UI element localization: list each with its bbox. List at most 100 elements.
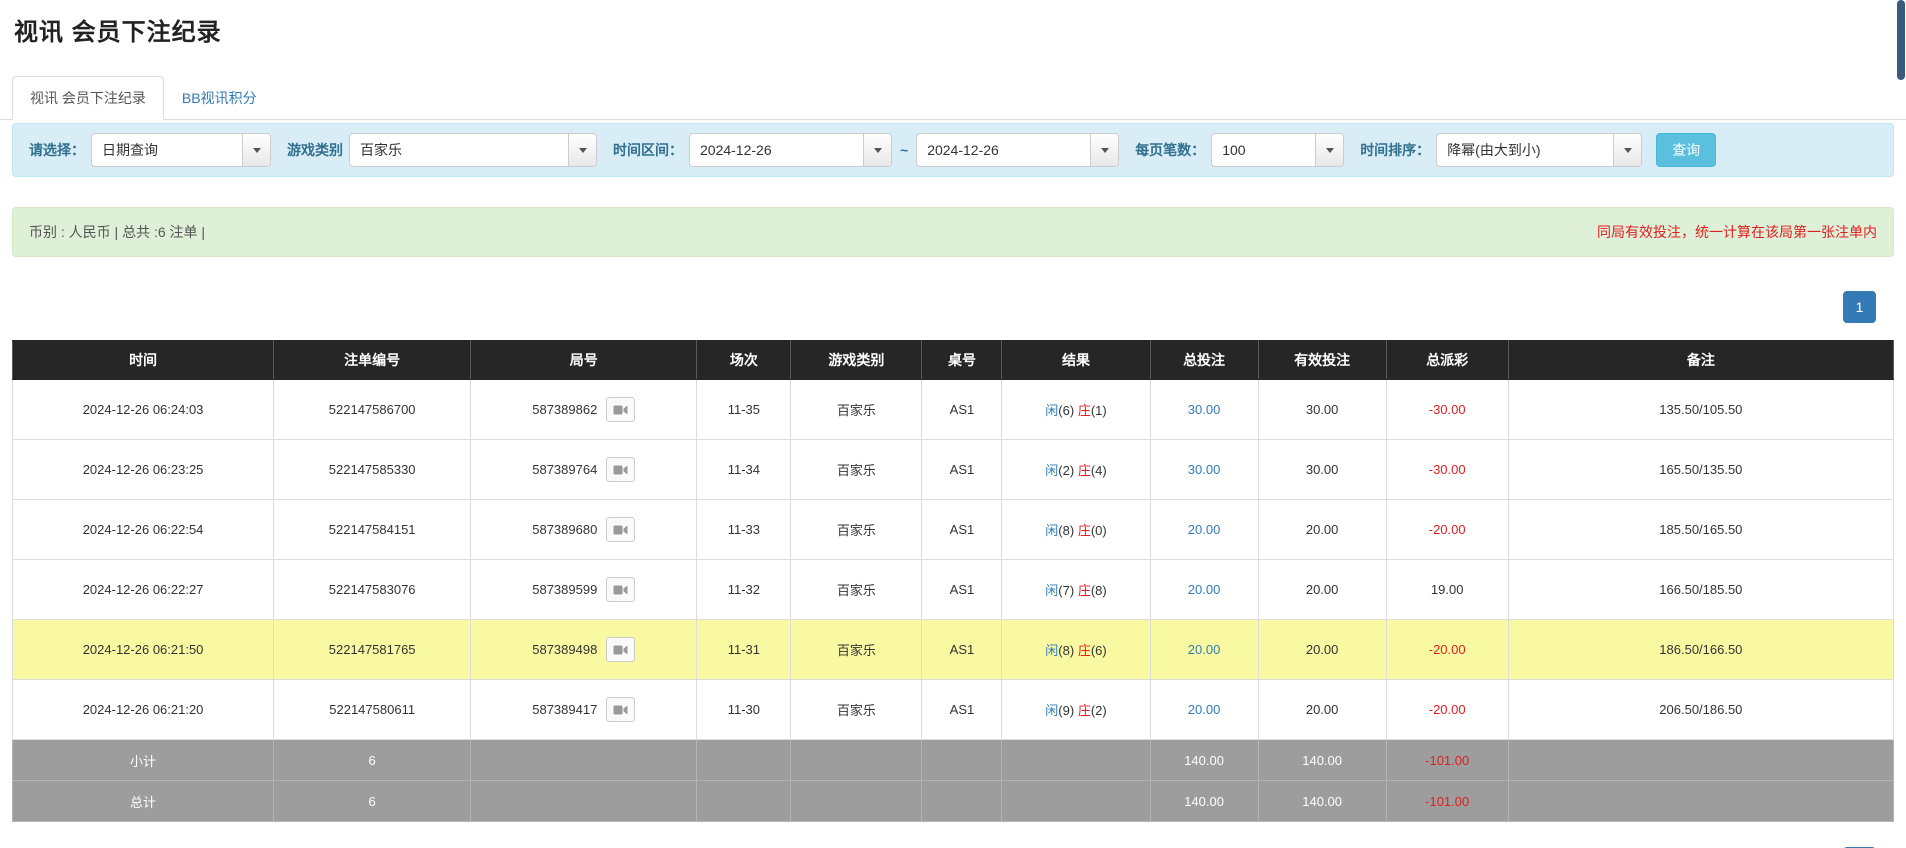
- result-banker-label: 庄: [1078, 643, 1091, 658]
- summary-cell: -101.00: [1386, 740, 1508, 781]
- scrollbar-thumb[interactable]: [1897, 0, 1905, 80]
- summary-cell: [922, 740, 1002, 781]
- round-video-button[interactable]: [606, 637, 635, 662]
- chevron-down-icon[interactable]: [568, 134, 596, 166]
- cell-table-no: AS1: [922, 560, 1002, 620]
- round-number: 587389680: [532, 522, 597, 537]
- chevron-down-icon[interactable]: [863, 134, 891, 166]
- tab-bar: 视讯 会员下注纪录 BB视讯积分: [0, 77, 1906, 120]
- result-banker-label: 庄: [1078, 403, 1091, 418]
- sort-order-value: 降幂(由大到小): [1437, 134, 1613, 166]
- cell-payout: -30.00: [1386, 380, 1508, 440]
- game-type-label: 游戏类别: [287, 140, 343, 160]
- cell-result: 闲(8) 庄(0): [1002, 500, 1150, 560]
- summary-cell: [471, 740, 697, 781]
- round-number: 587389599: [532, 582, 597, 597]
- cell-time: 2024-12-26 06:23:25: [13, 440, 274, 500]
- cell-table-no: AS1: [922, 680, 1002, 740]
- cell-payout: -20.00: [1386, 620, 1508, 680]
- table-header-row: 时间注单编号局号场次游戏类别桌号结果总投注有效投注总派彩备注: [13, 341, 1894, 380]
- tab-betting-records[interactable]: 视讯 会员下注纪录: [12, 76, 164, 120]
- summary-cell: 140.00: [1150, 781, 1258, 822]
- cell-time: 2024-12-26 06:24:03: [13, 380, 274, 440]
- summary-cell: [791, 740, 922, 781]
- cell-payout: -30.00: [1386, 440, 1508, 500]
- game-type-select[interactable]: 百家乐: [349, 133, 597, 167]
- summary-cell: [1508, 740, 1893, 781]
- chevron-down-icon[interactable]: [242, 134, 270, 166]
- cell-valid-bet: 30.00: [1258, 380, 1386, 440]
- search-button[interactable]: 查询: [1656, 133, 1716, 167]
- summary-notice: 同局有效投注，统一计算在该局第一张注单内: [1597, 222, 1877, 242]
- bet-record-row: 2024-12-26 06:21:50522147581765587389498…: [13, 620, 1894, 680]
- cell-table-no: AS1: [922, 440, 1002, 500]
- cell-total-bet[interactable]: 30.00: [1150, 440, 1258, 500]
- summary-row-label: 总计: [13, 781, 274, 822]
- cell-valid-bet: 30.00: [1258, 440, 1386, 500]
- cell-total-bet[interactable]: 30.00: [1150, 380, 1258, 440]
- cell-round: 587389498: [471, 620, 697, 680]
- cell-time: 2024-12-26 06:21:20: [13, 680, 274, 740]
- round-video-button[interactable]: [606, 577, 635, 602]
- cell-valid-bet: 20.00: [1258, 680, 1386, 740]
- cell-total-bet[interactable]: 20.00: [1150, 500, 1258, 560]
- chevron-down-icon[interactable]: [1090, 134, 1118, 166]
- column-header: 结果: [1002, 341, 1150, 380]
- round-video-button[interactable]: [606, 397, 635, 422]
- column-header: 备注: [1508, 341, 1893, 380]
- filter-bar: 请选择： 日期查询 游戏类别 百家乐 时间区间： 2024-12-26 ~ 20…: [12, 123, 1894, 177]
- cell-game-type: 百家乐: [791, 560, 922, 620]
- page-size-label: 每页笔数：: [1135, 140, 1205, 160]
- page-size-value: 100: [1212, 134, 1315, 166]
- result-banker-score: (0): [1091, 523, 1107, 538]
- summary-cell: [1002, 781, 1150, 822]
- round-video-button[interactable]: [606, 697, 635, 722]
- query-type-select[interactable]: 日期查询: [91, 133, 271, 167]
- cell-table-no: AS1: [922, 620, 1002, 680]
- cell-bet-id: 522147581765: [274, 620, 471, 680]
- cell-bet-id: 522147583076: [274, 560, 471, 620]
- column-header: 桌号: [922, 341, 1002, 380]
- chevron-down-icon[interactable]: [1315, 134, 1343, 166]
- cell-total-bet[interactable]: 20.00: [1150, 680, 1258, 740]
- cell-valid-bet: 20.00: [1258, 620, 1386, 680]
- page-size-select[interactable]: 100: [1211, 133, 1344, 167]
- scrollbar[interactable]: [1896, 0, 1906, 848]
- table-footer: 小计6140.00140.00-101.00总计6140.00140.00-10…: [13, 740, 1894, 822]
- date-from-input[interactable]: 2024-12-26: [689, 133, 892, 167]
- result-player-label: 闲: [1045, 583, 1058, 598]
- result-banker-score: (2): [1091, 703, 1107, 718]
- cell-time: 2024-12-26 06:22:27: [13, 560, 274, 620]
- date-to-input[interactable]: 2024-12-26: [916, 133, 1119, 167]
- cell-total-bet[interactable]: 20.00: [1150, 620, 1258, 680]
- result-banker-score: (8): [1091, 583, 1107, 598]
- summary-row: 总计6140.00140.00-101.00: [13, 781, 1894, 822]
- chevron-down-icon[interactable]: [1613, 134, 1641, 166]
- column-header: 时间: [13, 341, 274, 380]
- result-banker-label: 庄: [1078, 583, 1091, 598]
- cell-session: 11-35: [697, 380, 791, 440]
- cell-bet-id: 522147586700: [274, 380, 471, 440]
- summary-cell: [922, 781, 1002, 822]
- round-number: 587389417: [532, 702, 597, 717]
- tab-bb-video-points[interactable]: BB视讯积分: [164, 76, 275, 120]
- date-range-separator: ~: [898, 142, 910, 158]
- cell-bet-id: 522147585330: [274, 440, 471, 500]
- result-player-label: 闲: [1045, 703, 1058, 718]
- pagination-top: 1: [0, 291, 1876, 323]
- page-1-button[interactable]: 1: [1843, 291, 1876, 323]
- round-video-button[interactable]: [606, 457, 635, 482]
- cell-table-no: AS1: [922, 380, 1002, 440]
- bet-record-row: 2024-12-26 06:21:20522147580611 587389417…: [13, 680, 1894, 740]
- sort-order-select[interactable]: 降幂(由大到小): [1436, 133, 1642, 167]
- cell-total-bet[interactable]: 20.00: [1150, 560, 1258, 620]
- cell-note: 186.50/166.50: [1508, 620, 1893, 680]
- bet-record-row: 2024-12-26 06:23:25522147585330587389764…: [13, 440, 1894, 500]
- cell-payout: 19.00: [1386, 560, 1508, 620]
- cell-bet-id: 522147580611: [274, 680, 471, 740]
- result-player-label: 闲: [1045, 523, 1058, 538]
- column-header: 游戏类别: [791, 341, 922, 380]
- cell-session: 11-34: [697, 440, 791, 500]
- column-header: 总派彩: [1386, 341, 1508, 380]
- round-video-button[interactable]: [606, 517, 635, 542]
